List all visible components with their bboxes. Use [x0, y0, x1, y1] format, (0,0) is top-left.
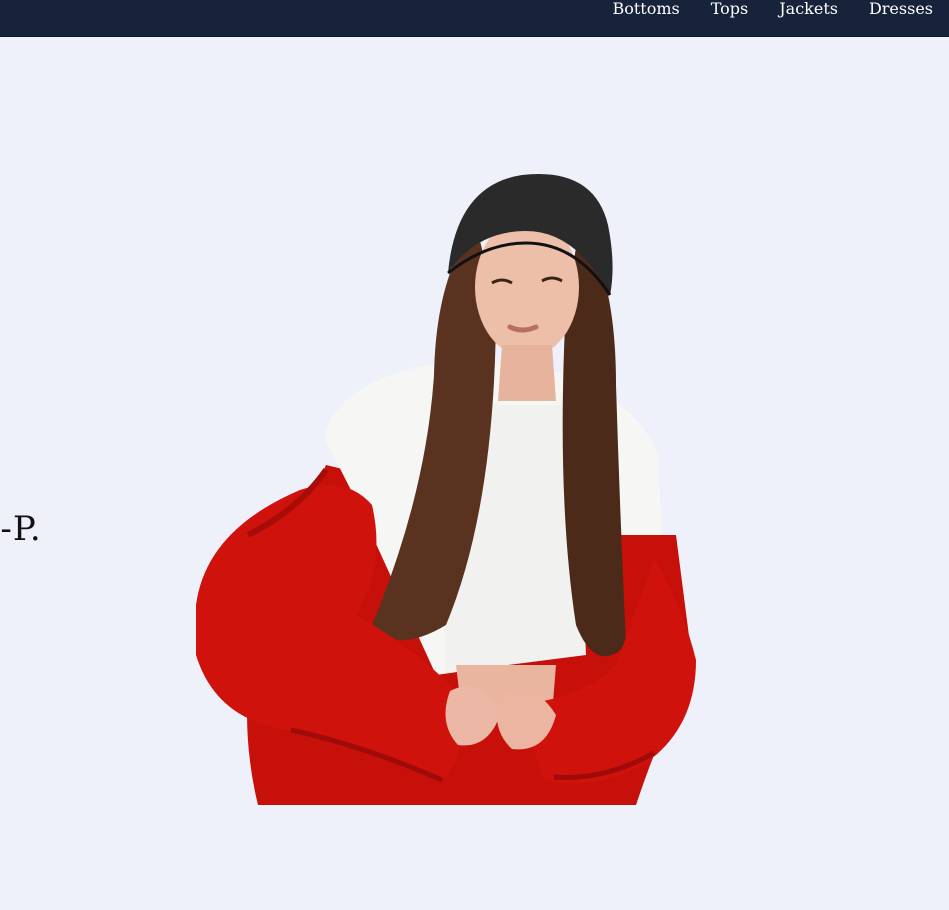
- hero-section: I-P.: [0, 37, 949, 910]
- nav-link-dresses[interactable]: Dresses: [869, 0, 933, 17]
- nav-link-jackets[interactable]: Jackets: [779, 0, 838, 17]
- nav-link-tops[interactable]: Tops: [711, 0, 749, 17]
- hero-headline-partial: I-P.: [0, 509, 42, 549]
- top-navbar: Bottoms Tops Jackets Dresses: [0, 0, 949, 37]
- fashion-model-image: [196, 155, 698, 805]
- nav-link-bottoms[interactable]: Bottoms: [612, 0, 679, 17]
- nav-links: Bottoms Tops Jackets Dresses: [612, 0, 933, 18]
